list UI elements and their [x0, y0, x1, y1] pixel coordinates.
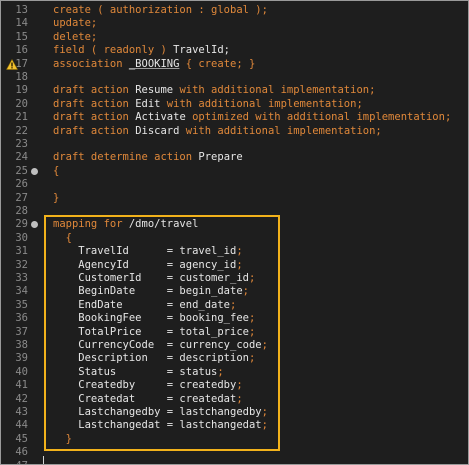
line-number: 13 [15, 4, 28, 16]
line-number: 25 [15, 164, 28, 177]
code-editor-window: 13 create ( authorization : global ); 14 up… [0, 0, 469, 465]
line-number: 20 [15, 97, 28, 110]
code-text: delete; [53, 31, 97, 44]
code-token: { create; } [179, 57, 256, 70]
code-line[interactable]: 13 create ( authorization : global ); [1, 4, 468, 17]
code-text: create ( authorization : global ); [53, 4, 268, 17]
code-token: draft determine action [53, 151, 199, 164]
code-token: with additional implementation; [173, 84, 376, 97]
code-line[interactable]: 14 update; [1, 17, 468, 30]
line-number: 35 [15, 298, 28, 311]
fold-marker-icon[interactable] [31, 221, 38, 229]
line-number: 18 [15, 71, 28, 83]
code-token: with additional implementation; [179, 124, 382, 137]
warning-icon[interactable] [6, 58, 18, 70]
line-number: 21 [15, 111, 28, 124]
line-number: 22 [15, 124, 28, 137]
line-number: 24 [15, 151, 28, 164]
text-cursor [43, 456, 44, 464]
code-text: { [53, 165, 59, 178]
code-token: TravelId; [173, 44, 231, 57]
line-number: 27 [15, 191, 28, 204]
code-text: draft action Resume with additional impl… [53, 84, 375, 97]
line-number: 14 [15, 17, 28, 30]
line-number: 37 [15, 325, 28, 338]
code-token: Prepare [198, 151, 243, 164]
line-number: 34 [15, 285, 28, 298]
code-token: } [53, 191, 60, 204]
line-number: 46 [15, 446, 28, 459]
code-line[interactable]: 19 draft action Resume with additional im… [1, 84, 468, 97]
code-text: field ( readonly ) TravelId; [53, 44, 230, 57]
code-line[interactable]: 16 field ( readonly ) TravelId; [1, 44, 468, 57]
code-token: draft action [53, 124, 136, 137]
line-number: 44 [15, 419, 28, 432]
line-number: 45 [15, 432, 28, 445]
code-token: update; [53, 17, 98, 30]
code-line[interactable]: 23 [1, 138, 468, 151]
line-number: 43 [15, 406, 28, 418]
line-number: 38 [15, 339, 28, 351]
code-token: Edit [135, 97, 161, 110]
mapping-highlight-box [44, 215, 280, 451]
code-line[interactable]: 18 [1, 71, 468, 84]
line-number: 36 [15, 312, 28, 325]
code-line[interactable]: 20 draft action Edit with additional impl… [1, 98, 468, 111]
code-token: Resume [135, 84, 174, 97]
line-number: 16 [15, 44, 28, 57]
line-number: 31 [15, 245, 28, 258]
code-token: draft action [53, 111, 136, 124]
code-token: field ( readonly ) [53, 44, 174, 57]
code-text: draft action Activate optimized with add… [53, 111, 451, 124]
line-number: 19 [15, 84, 28, 97]
fold-marker-icon[interactable] [31, 167, 38, 175]
code-token: { [53, 164, 60, 177]
code-text: draft determine action Prepare [53, 151, 243, 164]
line-number: 32 [15, 258, 28, 271]
code-line[interactable]: 15 delete; [1, 31, 468, 44]
line-number: 30 [15, 231, 28, 244]
code-line[interactable]: 47 [1, 460, 468, 464]
line-number: 23 [15, 138, 28, 150]
line-number: 33 [15, 272, 28, 284]
code-text: } [53, 192, 59, 205]
code-line[interactable]: 25 { [1, 165, 468, 178]
code-token: create ( authorization : global ); [53, 4, 268, 16]
line-number: 39 [15, 352, 28, 365]
code-token: draft action [53, 97, 136, 110]
code-line[interactable]: 22 draft action Discard with additional i… [1, 125, 468, 138]
code-token: association [53, 57, 129, 70]
code-token: draft action [53, 84, 136, 97]
line-number: 42 [15, 392, 28, 405]
line-number: 28 [15, 205, 28, 217]
code-token: Activate [135, 111, 186, 124]
code-text: draft action Discard with additional imp… [53, 125, 382, 138]
code-text: update; [53, 17, 97, 30]
line-number: 47 [1, 460, 28, 464]
code-line[interactable]: 24 draft determine action Prepare [1, 151, 468, 164]
code-token: Discard [135, 124, 180, 137]
code-token: _BOOKING [128, 57, 180, 70]
line-number: 15 [15, 30, 28, 43]
line-number: 29 [15, 218, 28, 231]
line-number: 41 [15, 379, 28, 392]
code-text: draft action Edit with additional implem… [53, 98, 363, 111]
line-number: 40 [15, 365, 28, 378]
line-number: 26 [15, 178, 28, 191]
code-token: with additional implementation; [160, 97, 363, 110]
code-line[interactable]: 27} [1, 192, 468, 205]
code-token: optimized with additional implementation… [185, 111, 452, 124]
code-line[interactable]: 26 [1, 178, 468, 191]
code-text: association _BOOKING { create; } [53, 58, 255, 71]
code-token: delete; [53, 30, 98, 43]
code-line[interactable]: 21 draft action Activate optimized with a… [1, 111, 468, 124]
code-line[interactable]: 17 association _BOOKING { create; } [1, 58, 468, 71]
